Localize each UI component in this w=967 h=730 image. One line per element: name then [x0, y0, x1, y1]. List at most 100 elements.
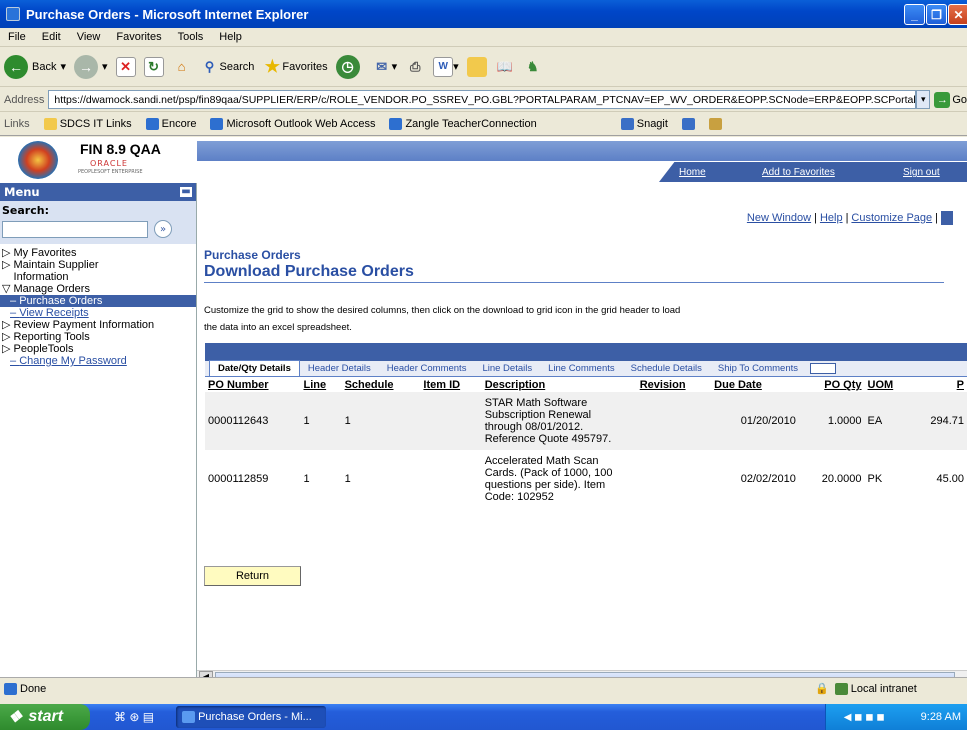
col-po-number[interactable]: PO Number	[205, 378, 301, 392]
close-button[interactable]: ✕	[948, 4, 967, 25]
col-schedule[interactable]: Schedule	[342, 378, 421, 392]
address-input[interactable]: https://dwamock.sandi.net/psp/fin89qaa/S…	[48, 90, 917, 109]
clock: 9:28 AM	[920, 711, 961, 723]
menu-item-my-favorites[interactable]: ▷ My Favorites	[0, 247, 196, 259]
menu-edit[interactable]: Edit	[34, 31, 69, 43]
forward-arrow-icon: →	[74, 54, 98, 79]
home-link[interactable]: Home	[679, 167, 706, 178]
folder-button[interactable]	[466, 56, 487, 77]
address-label: Address	[4, 93, 45, 106]
snagit-capture-icon[interactable]	[681, 117, 695, 130]
col-line[interactable]: Line	[301, 378, 342, 392]
menu-help[interactable]: Help	[211, 31, 250, 43]
col-description[interactable]: Description	[482, 378, 637, 392]
star-icon: ★	[264, 56, 281, 76]
menu-item-purchase-orders[interactable]: – Purchase Orders	[0, 295, 196, 307]
tab-schedule-details[interactable]: Schedule Details	[623, 361, 710, 376]
col-price[interactable]: P	[910, 378, 967, 392]
home-button[interactable]: ⌂	[172, 57, 192, 77]
link-outlook[interactable]: Microsoft Outlook Web Access	[210, 117, 375, 130]
collapse-menu-icon[interactable]: ▬	[180, 187, 192, 197]
link-encore[interactable]: Encore	[145, 117, 196, 130]
minimize-button[interactable]: _	[904, 4, 925, 25]
tray-icons[interactable]: ◀ ◼ ◼ ◼	[844, 712, 885, 723]
http-icon[interactable]	[941, 211, 953, 225]
snagit-edit-icon[interactable]	[708, 117, 722, 130]
col-revision[interactable]: Revision	[637, 378, 711, 392]
menu-tools[interactable]: Tools	[170, 31, 212, 43]
customize-page-link[interactable]: Customize Page	[851, 212, 932, 224]
grid-tabs: Date/Qty Details Header Details Header C…	[205, 360, 967, 377]
browser-window: Purchase Orders - Microsoft Internet Exp…	[0, 0, 967, 730]
link-sdcs[interactable]: SDCS IT Links	[43, 117, 132, 130]
links-label: Links	[4, 117, 30, 130]
tab-date-qty-details[interactable]: Date/Qty Details	[209, 360, 300, 376]
tab-line-comments[interactable]: Line Comments	[540, 361, 623, 376]
menu-item-view-receipts[interactable]: – View Receipts	[0, 307, 196, 319]
grid-header-bar	[205, 343, 967, 361]
menu-item-change-password[interactable]: – Change My Password	[0, 355, 196, 367]
return-button[interactable]: Return	[204, 566, 301, 586]
refresh-button[interactable]: ↻	[143, 56, 164, 77]
page-links: New Window | Help | Customize Page |	[747, 211, 953, 225]
menu-file[interactable]: File	[0, 31, 34, 43]
research-icon: 📖	[496, 58, 513, 74]
history-button[interactable]: ◷	[335, 54, 364, 79]
print-button[interactable]: ⎙	[405, 57, 425, 77]
search-go-icon[interactable]: »	[154, 220, 172, 238]
research-button[interactable]: 📖	[495, 57, 515, 77]
col-item-id[interactable]: Item ID	[420, 378, 481, 392]
help-link[interactable]: Help	[820, 212, 843, 224]
back-button[interactable]: ← Back ▾	[4, 54, 66, 79]
ie-icon	[6, 7, 20, 21]
restore-button[interactable]: ❐	[926, 4, 947, 25]
col-uom[interactable]: UOM	[865, 378, 910, 392]
po-grid: PO Number Line Schedule Item ID Descript…	[205, 378, 967, 508]
show-all-columns-icon[interactable]	[810, 363, 837, 374]
tab-header-comments[interactable]: Header Comments	[379, 361, 475, 376]
messenger-button[interactable]: ♞	[523, 57, 543, 77]
menu-favorites[interactable]: Favorites	[108, 31, 169, 43]
table-row: 0000112643 1 1 STAR Math Software Subscri…	[205, 392, 967, 450]
instructions-line2: the data into an excel spreadsheet.	[204, 322, 352, 333]
add-to-favorites-link[interactable]: Add to Favorites	[762, 167, 835, 178]
sidebar-menu: Menu ▬ Search: » ▷ My Favorites ▷ Mainta…	[0, 183, 197, 677]
menu-view[interactable]: View	[69, 31, 109, 43]
tab-ship-to-comments[interactable]: Ship To Comments	[710, 361, 806, 376]
ie-page-icon	[4, 682, 17, 695]
quick-launch-icons[interactable]: ⌘ ⊛ ▤	[114, 710, 154, 724]
favorites-button[interactable]: ★ Favorites	[262, 56, 328, 77]
menu-search-input[interactable]	[2, 220, 148, 238]
sign-out-link[interactable]: Sign out	[903, 167, 940, 178]
go-button[interactable]: → Go	[934, 91, 967, 108]
menu-item-manage-orders[interactable]: ▽ Manage Orders	[0, 283, 196, 295]
col-po-qty[interactable]: PO Qty	[799, 378, 865, 392]
district-seal-icon	[18, 141, 58, 179]
breadcrumb-section: Purchase Orders	[204, 248, 301, 262]
folder-icon	[43, 117, 57, 130]
search-button[interactable]: ⚲ Search	[200, 57, 255, 77]
new-window-link[interactable]: New Window	[747, 212, 811, 224]
address-bar: Address https://dwamock.sandi.net/psp/fi…	[0, 88, 967, 112]
taskbar-task-ie[interactable]: Purchase Orders - Mi...	[176, 706, 327, 728]
tab-header-details[interactable]: Header Details	[300, 361, 379, 376]
edit-button[interactable]: W ▾	[433, 56, 459, 77]
ie-page-icon	[145, 117, 159, 130]
link-zangle[interactable]: Zangle TeacherConnection	[389, 117, 537, 130]
col-due-date[interactable]: Due Date	[711, 378, 799, 392]
stop-button[interactable]: ✕	[115, 56, 136, 77]
table-row: 0000112859 1 1 Accelerated Math Scan Card…	[205, 450, 967, 508]
start-button[interactable]: ❖ start	[0, 704, 90, 730]
address-dropdown[interactable]: ▾	[916, 90, 931, 109]
menu-item-review-payment[interactable]: ▷ Review Payment Information	[0, 319, 196, 331]
tab-line-details[interactable]: Line Details	[474, 361, 540, 376]
snagit-button[interactable]: Snagit	[620, 117, 668, 130]
horizontal-scrollbar[interactable]: ◀	[197, 670, 967, 677]
instructions-line1: Customize the grid to show the desired c…	[204, 305, 681, 316]
mail-button[interactable]: ✉ ▾	[372, 57, 397, 77]
system-tray: ◀ ◼ ◼ ◼ 9:28 AM	[825, 704, 967, 730]
forward-button[interactable]: → ▾	[74, 54, 108, 79]
menu-item-reporting-tools[interactable]: ▷ Reporting Tools	[0, 331, 196, 343]
menu-item-peopletools[interactable]: ▷ PeopleTools	[0, 343, 196, 355]
menu-item-maintain-supplier[interactable]: ▷ Maintain Supplier Information	[0, 259, 196, 283]
